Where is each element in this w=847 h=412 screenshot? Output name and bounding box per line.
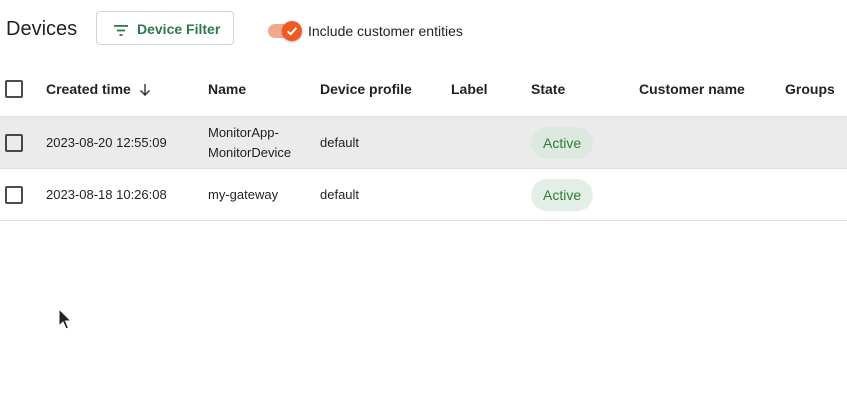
- column-header-state[interactable]: State: [531, 61, 631, 116]
- column-header-label: Groups: [785, 80, 835, 97]
- row-select-cell: [5, 117, 25, 168]
- groups-cell: [785, 117, 847, 168]
- device-name: MonitorApp-MonitorDevice: [208, 124, 292, 160]
- table-row[interactable]: 2023-08-18 10:26:08 my-gateway default A…: [0, 169, 847, 221]
- column-header-label: Label: [451, 80, 488, 97]
- row-checkbox[interactable]: [5, 185, 23, 204]
- column-header-created-time[interactable]: Created time: [46, 61, 196, 116]
- device-profile-cell: default: [320, 186, 360, 202]
- select-all-checkbox[interactable]: [5, 79, 23, 98]
- state-cell: Active: [531, 117, 631, 168]
- column-header-label: State: [531, 80, 566, 97]
- name-cell: my-gateway: [208, 169, 308, 220]
- label-cell: [451, 169, 521, 220]
- toggle-thumb: [282, 21, 302, 41]
- table-header-row: Created time Name Device profile Label S…: [0, 61, 847, 117]
- table-row[interactable]: 2023-08-20 12:55:09 MonitorApp-MonitorDe…: [0, 117, 847, 169]
- label-cell: [451, 117, 521, 168]
- column-header-device-profile[interactable]: Device profile: [320, 61, 440, 116]
- column-header-label: Customer name: [639, 80, 745, 97]
- column-header-name[interactable]: Name: [208, 61, 308, 116]
- device-name: my-gateway: [208, 186, 279, 202]
- select-all-cell: [5, 61, 25, 116]
- page-title: Devices: [6, 18, 78, 40]
- column-header-groups[interactable]: Groups: [785, 61, 847, 116]
- groups-cell: [785, 169, 847, 220]
- include-customer-entities-label: Include customer entities: [308, 23, 463, 39]
- device-filter-button[interactable]: Device Filter: [96, 11, 234, 45]
- row-select-cell: [5, 169, 25, 220]
- mouse-pointer-icon: [58, 307, 73, 330]
- created-time-cell: 2023-08-18 10:26:08: [46, 186, 167, 202]
- device-profile-cell: default: [320, 134, 360, 150]
- status-badge: Active: [531, 126, 594, 159]
- created-time-cell: 2023-08-20 12:55:09: [46, 134, 167, 150]
- toolbar: Devices Device Filter Include customer e…: [0, 0, 847, 60]
- device-filter-label: Device Filter: [137, 21, 221, 37]
- status-badge: Active: [531, 178, 594, 211]
- column-header-label: Created time: [46, 80, 131, 97]
- column-header-label-col[interactable]: Label: [451, 61, 521, 116]
- column-header-label: Name: [208, 80, 247, 97]
- column-header-label: Device profile: [320, 80, 412, 97]
- customer-name-cell: [639, 169, 779, 220]
- name-cell: MonitorApp-MonitorDevice: [208, 117, 308, 168]
- row-checkbox[interactable]: [5, 133, 23, 152]
- customer-name-cell: [639, 117, 779, 168]
- column-header-customer-name[interactable]: Customer name: [639, 61, 779, 116]
- check-icon: [286, 27, 298, 36]
- state-cell: Active: [531, 169, 631, 220]
- arrow-downward-icon: [139, 82, 151, 96]
- include-customer-entities-toggle[interactable]: [268, 21, 304, 41]
- filter-list-icon: [114, 23, 128, 36]
